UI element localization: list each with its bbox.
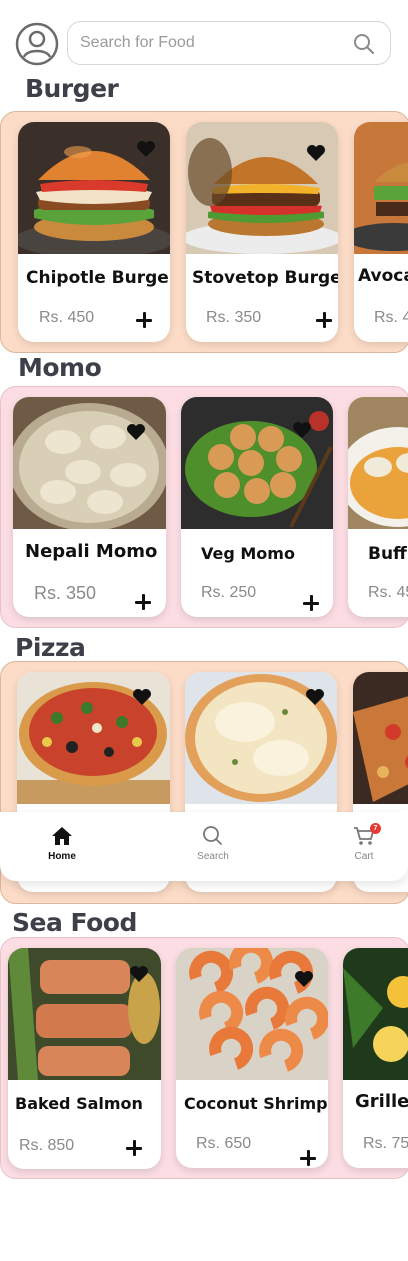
food-name: Veg Momo <box>201 544 295 563</box>
food-name: Nepali Momo <box>25 541 158 562</box>
food-name: Coconut Shrimp <box>184 1094 328 1113</box>
food-name: Chipotle Burger <box>26 268 170 288</box>
food-card-stovetop-burger[interactable]: Stovetop Burger Rs. 350 <box>186 122 338 342</box>
section-title-momo: Momo <box>18 353 102 382</box>
nav-search[interactable]: Search <box>178 826 248 874</box>
food-price: Rs. 45 <box>368 584 408 601</box>
add-to-cart-icon[interactable] <box>126 1140 142 1156</box>
food-price: Rs. 850 <box>19 1137 75 1154</box>
search-icon <box>203 826 222 845</box>
nav-cart[interactable]: 7 Cart <box>329 823 399 874</box>
home-icon <box>52 827 72 845</box>
cart-count-badge: 7 <box>370 823 381 834</box>
search-icon[interactable] <box>352 32 376 56</box>
favorite-heart-icon[interactable] <box>126 423 146 441</box>
sea-food-section: Baked Salmon Rs. 850 Coconut Shrimp Rs. … <box>0 937 408 1179</box>
section-title-sea-food: Sea Food <box>12 908 137 937</box>
add-to-cart-icon[interactable] <box>300 1150 316 1166</box>
food-card-nepali-momo[interactable]: Nepali Momo Rs. 350 <box>13 397 166 617</box>
favorite-heart-icon[interactable] <box>305 688 325 706</box>
favorite-heart-icon[interactable] <box>306 144 326 162</box>
section-title-pizza: Pizza <box>15 633 86 662</box>
food-name: Grilled <box>355 1091 408 1112</box>
search-input[interactable] <box>80 30 340 56</box>
seafood-image <box>176 948 328 1080</box>
add-to-cart-icon[interactable] <box>136 312 152 328</box>
food-price: Rs. 450 <box>39 309 95 326</box>
nav-cart-label: Cart <box>354 851 374 862</box>
burger-image <box>186 122 338 254</box>
food-name: Avoca <box>358 266 408 286</box>
food-name: Buff <box>368 544 407 564</box>
food-price: Rs. 350 <box>34 583 97 603</box>
momo-image <box>13 397 166 529</box>
favorite-heart-icon[interactable] <box>292 421 312 439</box>
food-price: Rs. 350 <box>206 309 262 326</box>
nav-home-label: Home <box>48 851 76 862</box>
favorite-heart-icon[interactable] <box>132 688 152 706</box>
food-card-avocado-burger[interactable]: Avoca Rs. 4 <box>354 122 408 342</box>
bottom-navigation-bar: Home Search 7 Cart <box>0 812 408 881</box>
food-price: Rs. 250 <box>201 584 257 601</box>
food-name: Baked Salmon <box>15 1094 143 1113</box>
search-bar[interactable] <box>67 21 391 65</box>
add-to-cart-icon[interactable] <box>303 595 319 611</box>
pizza-image <box>353 672 408 804</box>
food-card-buff-momo[interactable]: Buff Rs. 45 <box>348 397 408 617</box>
food-name: Stovetop Burger <box>192 268 338 288</box>
nav-search-label: Search <box>197 851 229 862</box>
food-price: Rs. 4 <box>374 309 408 326</box>
momo-image <box>348 397 408 529</box>
burger-image <box>354 122 408 254</box>
food-price: Rs. 650 <box>196 1135 252 1152</box>
burger-section: Chipotle Burger Rs. 450 Stovetop Burger … <box>0 111 408 353</box>
food-card-veg-momo[interactable]: Veg Momo Rs. 250 <box>181 397 333 617</box>
favorite-heart-icon[interactable] <box>294 970 314 988</box>
seafood-image <box>343 948 408 1080</box>
food-price: Rs. 75 <box>363 1135 408 1152</box>
favorite-heart-icon[interactable] <box>129 965 149 983</box>
add-to-cart-icon[interactable] <box>135 594 151 610</box>
nav-home[interactable]: Home <box>27 826 97 874</box>
food-card-chipotle-burger[interactable]: Chipotle Burger Rs. 450 <box>18 122 170 342</box>
momo-image <box>181 397 333 529</box>
food-card-coconut-shrimp[interactable]: Coconut Shrimp Rs. 650 <box>176 948 328 1168</box>
food-card-grilled[interactable]: Grilled Rs. 75 <box>343 948 408 1168</box>
food-card-baked-salmon[interactable]: Baked Salmon Rs. 850 <box>8 948 161 1169</box>
favorite-heart-icon[interactable] <box>136 140 156 158</box>
section-title-burger: Burger <box>25 74 119 103</box>
momo-section: Nepali Momo Rs. 350 Veg Momo Rs. 250 Buf… <box>0 386 408 628</box>
add-to-cart-icon[interactable] <box>316 312 332 328</box>
user-avatar-icon[interactable] <box>15 22 59 66</box>
